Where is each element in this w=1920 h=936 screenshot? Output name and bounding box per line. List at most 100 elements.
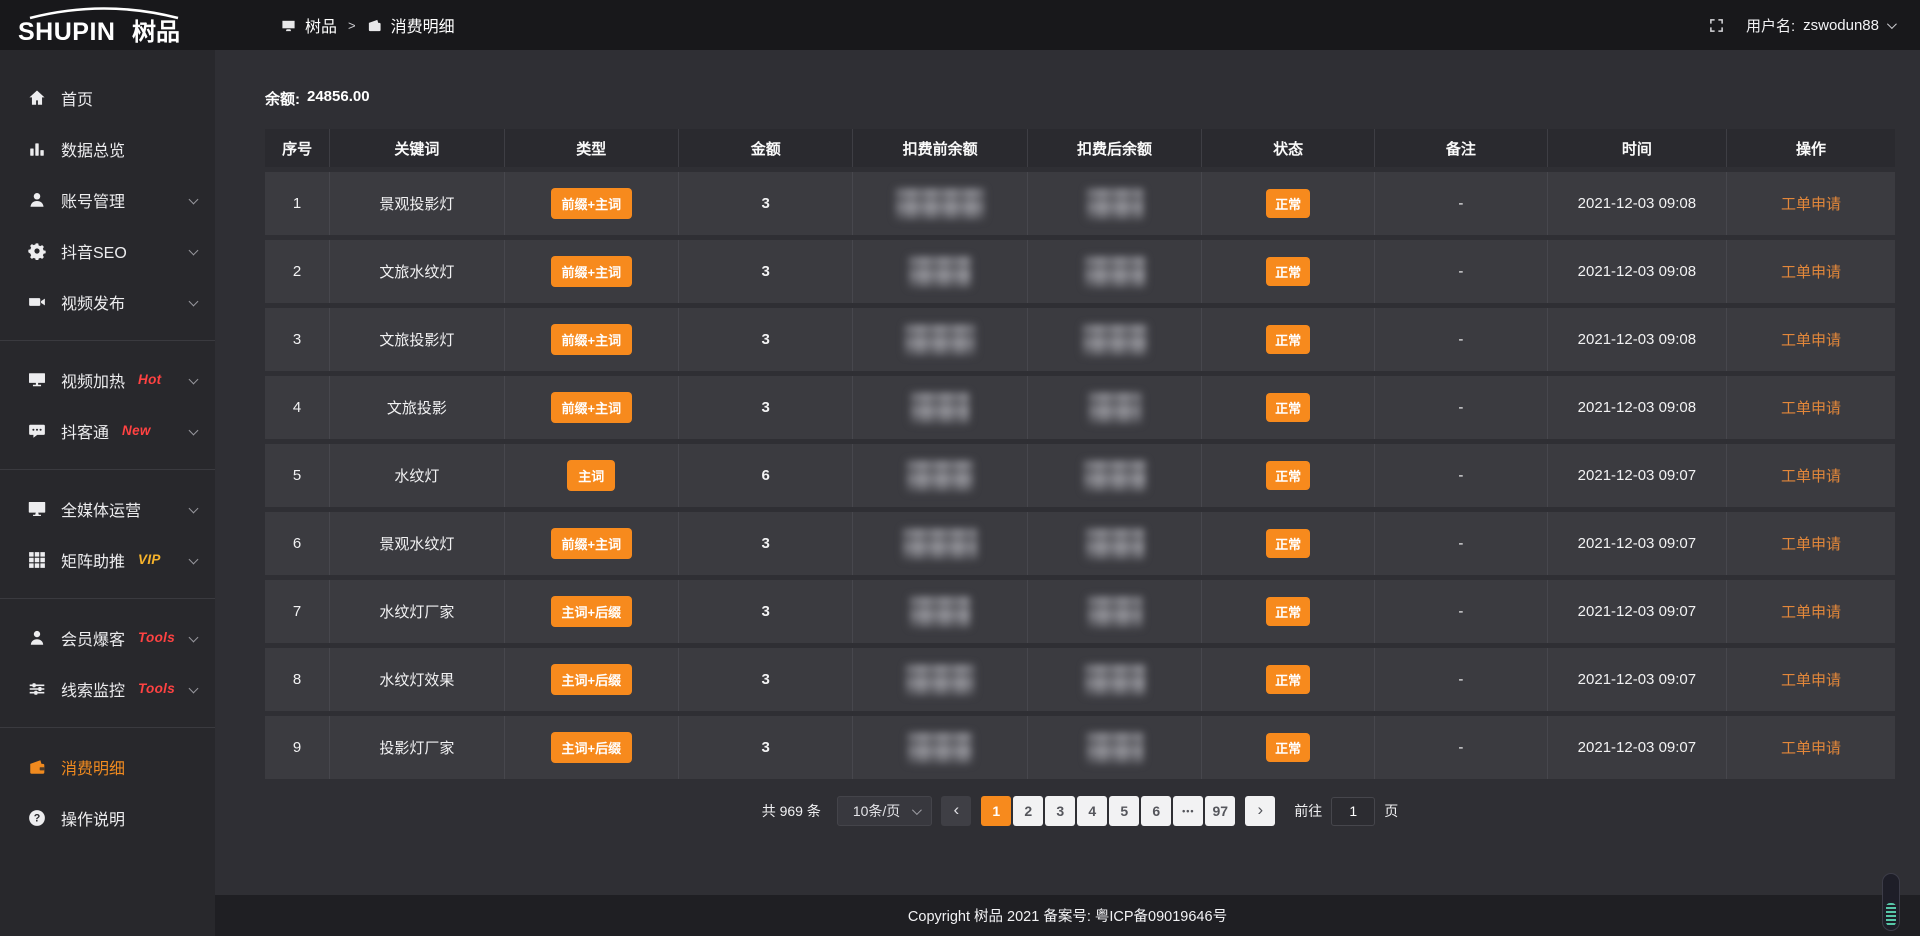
action-cell: 工单申请 xyxy=(1727,172,1895,235)
sidebar-item-douketong[interactable]: 抖客通New xyxy=(0,405,215,456)
page-button-1[interactable]: 1 xyxy=(981,796,1011,826)
action-cell: 工单申请 xyxy=(1727,444,1895,507)
masked-value xyxy=(1085,257,1145,287)
page-button-2[interactable]: 2 xyxy=(1013,796,1043,826)
goto-page-input[interactable] xyxy=(1331,797,1375,826)
member-icon xyxy=(28,629,46,647)
sidebar-item-matrix-boost[interactable]: 矩阵助推VIP xyxy=(0,534,215,585)
scrollbar-widget[interactable] xyxy=(1882,873,1900,931)
row-index: 1 xyxy=(265,172,330,235)
page-button-3[interactable]: 3 xyxy=(1045,796,1075,826)
sidebar-item-label: 会员爆客 xyxy=(61,626,125,650)
row-index: 8 xyxy=(265,648,330,711)
prev-page-button[interactable]: ‹ xyxy=(941,796,971,826)
action-cell: 工单申请 xyxy=(1727,308,1895,371)
post-balance-masked xyxy=(1028,648,1202,711)
status-cell: 正常 xyxy=(1202,648,1375,711)
type-cell: 前缀+主词 xyxy=(505,512,679,575)
work-order-link[interactable]: 工单申请 xyxy=(1781,669,1841,690)
sidebar-item-media-operation[interactable]: 全媒体运营 xyxy=(0,483,215,534)
sidebar-item-home[interactable]: 首页 xyxy=(0,72,215,123)
keyword-cell: 景观水纹灯 xyxy=(330,512,504,575)
work-order-link[interactable]: 工单申请 xyxy=(1781,193,1841,214)
sidebar-item-data-overview[interactable]: 数据总览 xyxy=(0,123,215,174)
action-cell: 工单申请 xyxy=(1727,240,1895,303)
column-header: 扣费后余额 xyxy=(1028,129,1202,167)
work-order-link[interactable]: 工单申请 xyxy=(1781,261,1841,282)
sidebar-item-account-management[interactable]: 账号管理 xyxy=(0,174,215,225)
row-index: 3 xyxy=(265,308,330,371)
breadcrumb-root[interactable]: 树品 xyxy=(305,13,337,37)
sidebar-item-badge: Tools xyxy=(138,630,175,645)
remark-cell: - xyxy=(1375,444,1548,507)
remark-cell: - xyxy=(1375,512,1548,575)
sidebar-item-label: 账号管理 xyxy=(61,188,125,212)
work-order-link[interactable]: 工单申请 xyxy=(1781,737,1841,758)
status-cell: 正常 xyxy=(1202,376,1375,439)
fullscreen-icon[interactable] xyxy=(1709,18,1724,33)
type-cell: 前缀+主词 xyxy=(505,308,679,371)
page-ellipsis-button[interactable]: ••• xyxy=(1173,796,1203,826)
sidebar-item-video-publish[interactable]: 视频发布 xyxy=(0,276,215,327)
work-order-link[interactable]: 工单申请 xyxy=(1781,601,1841,622)
masked-value xyxy=(910,597,970,627)
chevron-down-icon xyxy=(189,426,199,436)
chevron-down-icon xyxy=(189,297,199,307)
question-icon: ? xyxy=(28,809,46,827)
work-order-link[interactable]: 工单申请 xyxy=(1781,465,1841,486)
page-button-97[interactable]: 97 xyxy=(1205,796,1235,826)
app-logo[interactable]: SHUPIN 树品 xyxy=(0,5,215,45)
status-badge: 正常 xyxy=(1266,393,1310,422)
sidebar-item-label: 全媒体运营 xyxy=(61,497,141,521)
breadcrumb-current: 消费明细 xyxy=(391,13,455,37)
sidebar-item-badge: New xyxy=(122,423,151,438)
status-cell: 正常 xyxy=(1202,308,1375,371)
masked-value xyxy=(1087,189,1143,219)
copyright-text: Copyright 树品 2021 备案号: 粤ICP备09019646号 xyxy=(908,905,1227,926)
page-size-select[interactable]: 10条/页 xyxy=(837,796,932,826)
sidebar-item-consume-detail[interactable]: 消费明细 xyxy=(0,741,215,792)
post-balance-masked xyxy=(1028,444,1202,507)
remark-cell: - xyxy=(1375,716,1548,779)
remark-cell: - xyxy=(1375,580,1548,643)
work-order-link[interactable]: 工单申请 xyxy=(1781,329,1841,350)
page-button-4[interactable]: 4 xyxy=(1077,796,1107,826)
keyword-cell: 投影灯厂家 xyxy=(330,716,504,779)
amount-cell: 3 xyxy=(679,308,853,371)
table-row: 3文旅投影灯前缀+主词3正常-2021-12-03 09:08工单申请 xyxy=(265,308,1895,371)
table-header-row: 序号关键词类型金额扣费前余额扣费后余额状态备注时间操作 xyxy=(265,129,1895,167)
type-badge: 前缀+主词 xyxy=(551,188,633,219)
sidebar-item-member-baoke[interactable]: 会员爆客 Tools xyxy=(0,612,215,663)
masked-value xyxy=(905,325,975,355)
sidebar-divider xyxy=(0,469,215,470)
amount-cell: 3 xyxy=(679,376,853,439)
total-count: 共 969 条 xyxy=(762,801,821,821)
sidebar-item-operation-guide[interactable]: ?操作说明 xyxy=(0,792,215,843)
page-button-5[interactable]: 5 xyxy=(1109,796,1139,826)
monitor-icon xyxy=(28,500,46,518)
home-icon xyxy=(28,89,46,107)
user-icon xyxy=(28,191,46,209)
pagination: 共 969 条 10条/页 ‹ 123456•••97 › 前往 页 xyxy=(265,796,1895,826)
status-badge: 正常 xyxy=(1266,733,1310,762)
next-page-button[interactable]: › xyxy=(1245,796,1275,826)
keyword-cell: 文旅水纹灯 xyxy=(330,240,504,303)
user-area: 用户名: zswodun88 xyxy=(1709,15,1920,36)
page-button-6[interactable]: 6 xyxy=(1141,796,1171,826)
masked-value xyxy=(1086,529,1144,559)
goto-page: 前往 页 xyxy=(1294,797,1398,826)
chevron-down-icon xyxy=(189,633,199,643)
consume-table: 序号关键词类型金额扣费前余额扣费后余额状态备注时间操作 1景观投影灯前缀+主词3… xyxy=(265,129,1895,779)
status-cell: 正常 xyxy=(1202,240,1375,303)
work-order-link[interactable]: 工单申请 xyxy=(1781,533,1841,554)
sidebar-item-douyin-seo[interactable]: 抖音SEO xyxy=(0,225,215,276)
type-badge: 前缀+主词 xyxy=(551,528,633,559)
time-cell: 2021-12-03 09:07 xyxy=(1548,580,1727,643)
sidebar-item-video-heating[interactable]: 视频加热Hot xyxy=(0,354,215,405)
user-menu-trigger[interactable]: 用户名: zswodun88 xyxy=(1746,15,1894,36)
work-order-link[interactable]: 工单申请 xyxy=(1781,397,1841,418)
sidebar-divider xyxy=(0,340,215,341)
sidebar-item-clue-monitor[interactable]: 线索监控Tools xyxy=(0,663,215,714)
username-label: 用户名: xyxy=(1746,15,1795,36)
sidebar-item-badge: Hot xyxy=(138,372,161,387)
